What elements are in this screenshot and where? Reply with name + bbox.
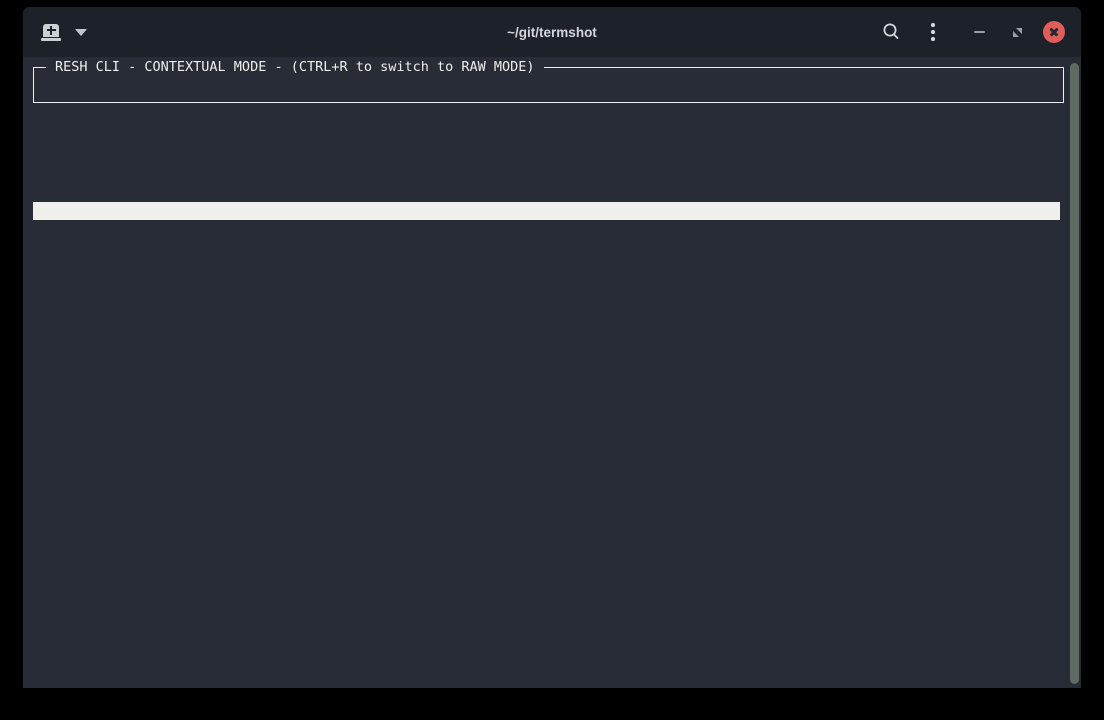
history-row[interactable]: ~/git/termshotGcode -n .imgflip_pass <box>33 328 1060 346</box>
history-row[interactable]: ~/git/termshotGmv ~/xterm.2020.04.21.00.… <box>33 544 1060 562</box>
menu-button[interactable] <box>920 19 946 45</box>
history-row[interactable]: ~/git/termshotGtime curl -q seznam.cz <box>33 292 1060 310</box>
history-row[interactable]: ~/git/termshotGmv ~/xterm.2020.04.30.20.… <box>33 184 1060 202</box>
new-tab-icon <box>41 24 61 41</box>
resh-mode-header: RESH CLI - CONTEXTUAL MODE - (CTRL+R to … <box>46 58 544 76</box>
chevron-down-icon <box>75 29 87 36</box>
minimize-icon <box>974 31 985 34</box>
terminal-window: ~/git/termshot <box>23 7 1081 688</box>
titlebar-right-controls <box>878 7 1081 57</box>
new-tab-button[interactable] <box>41 24 61 41</box>
search-button[interactable] <box>878 19 904 45</box>
history-row[interactable]: ~/git/termshotGdu -h * | sort -n | grep … <box>33 346 1060 364</box>
history-row[interactable]: ~/git/termshotGinkscape xterm-fzf-std.sv… <box>33 112 1060 130</box>
history-row[interactable]: ~/git/termshotG./style.sh xterm-fzf.svg <box>33 580 1060 598</box>
history-row[interactable]: ~/git/termshotGtime curl -q google.com <box>33 274 1060 292</box>
history-row[interactable]: ~/git/termshotGrm *.pdf <box>33 616 1060 634</box>
restore-icon <box>1011 26 1024 39</box>
history-row[interactable]: ~/git/termshotGdf -h * <box>33 400 1060 418</box>
history-row[interactable]: ~/git/termshotGsudo pacman -S inkscape <box>33 652 1060 670</box>
history-row[interactable]: ~/git/termshotGconvert xterm-fzf-new.svg… <box>33 670 1060 688</box>
close-button[interactable] <box>1041 19 1067 45</box>
terminal-scrollbar[interactable] <box>1070 63 1079 684</box>
history-row[interactable]: ~/git/termshotGinkscape xterm-mcfly-full… <box>33 436 1060 454</box>
history-row[interactable]: ~/git/termshotGinkscape xterm-fzf-new.sv… <box>33 562 1060 580</box>
history-row[interactable]: ~/git/termshotGinkscape xterm-hstr.svg -… <box>33 526 1060 544</box>
history-row[interactable]: ~/git/termshotGmv ~/xterm.2020.04.21.01.… <box>33 508 1060 526</box>
minimize-button[interactable] <box>966 19 992 45</box>
history-row[interactable]: ~/git/termshotGdf * <box>33 418 1060 436</box>
history-row[interactable]: ~/git/termshotGdu -h * <box>33 382 1060 400</box>
kebab-menu-icon <box>931 23 935 41</box>
history-row[interactable]: ~/git/termshotGcd .. <box>33 220 1060 238</box>
history-row[interactable]: ~/git/termshotGtime curl -q bashhub.com <box>33 256 1060 274</box>
history-row[interactable]: ~/git/termshotGcd <box>33 238 1060 256</box>
resh-search-box: RESH CLI - CONTEXTUAL MODE - (CTRL+R to … <box>33 67 1064 103</box>
history-row[interactable]: ~/git/termshotGcurl -q google.com <box>33 310 1060 328</box>
history-row[interactable]: ~/git/termshotGinkscape xterm-fish-autos… <box>33 490 1060 508</box>
search-icon <box>880 21 902 43</box>
history-row[interactable]: ~/git/termshotGcode . <box>33 472 1060 490</box>
resh-query-input[interactable] <box>38 77 1059 95</box>
tab-dropdown-button[interactable] <box>75 29 87 36</box>
history-row[interactable]: ~/git/termshotGdu -h * | sort -n <box>33 364 1060 382</box>
close-icon <box>1043 21 1065 43</box>
restore-button[interactable] <box>1004 19 1030 45</box>
history-row[interactable]: ~/git/termshotGmv ~/xterm.2020.04.30.20.… <box>33 130 1060 148</box>
titlebar: ~/git/termshot <box>23 7 1081 57</box>
history-row[interactable]: ~/git/termshotGconvert xterm-fzf.svg xte… <box>33 634 1060 652</box>
history-list: ~/git/termshotGinkscape xterm-fzf-std.sv… <box>23 112 1081 688</box>
history-row[interactable]: ~/git/termshotGmv ~/xterm.2020.04.30.20.… <box>33 166 1060 184</box>
terminal-content: RESH CLI - CONTEXTUAL MODE - (CTRL+R to … <box>23 57 1081 688</box>
titlebar-left-controls <box>41 24 87 41</box>
history-row[interactable]: ~/git/termshotGinkscape xterm-mcfly-full… <box>33 454 1060 472</box>
history-row[interactable]: ~/git/termshotGinkscape xterm-fzf.svg --… <box>33 598 1060 616</box>
history-row[interactable]: ~/git/termshotGinkscape xterm-hstr-std.s… <box>33 148 1060 166</box>
history-row[interactable]: ~/git/termshotGls <box>33 202 1060 220</box>
